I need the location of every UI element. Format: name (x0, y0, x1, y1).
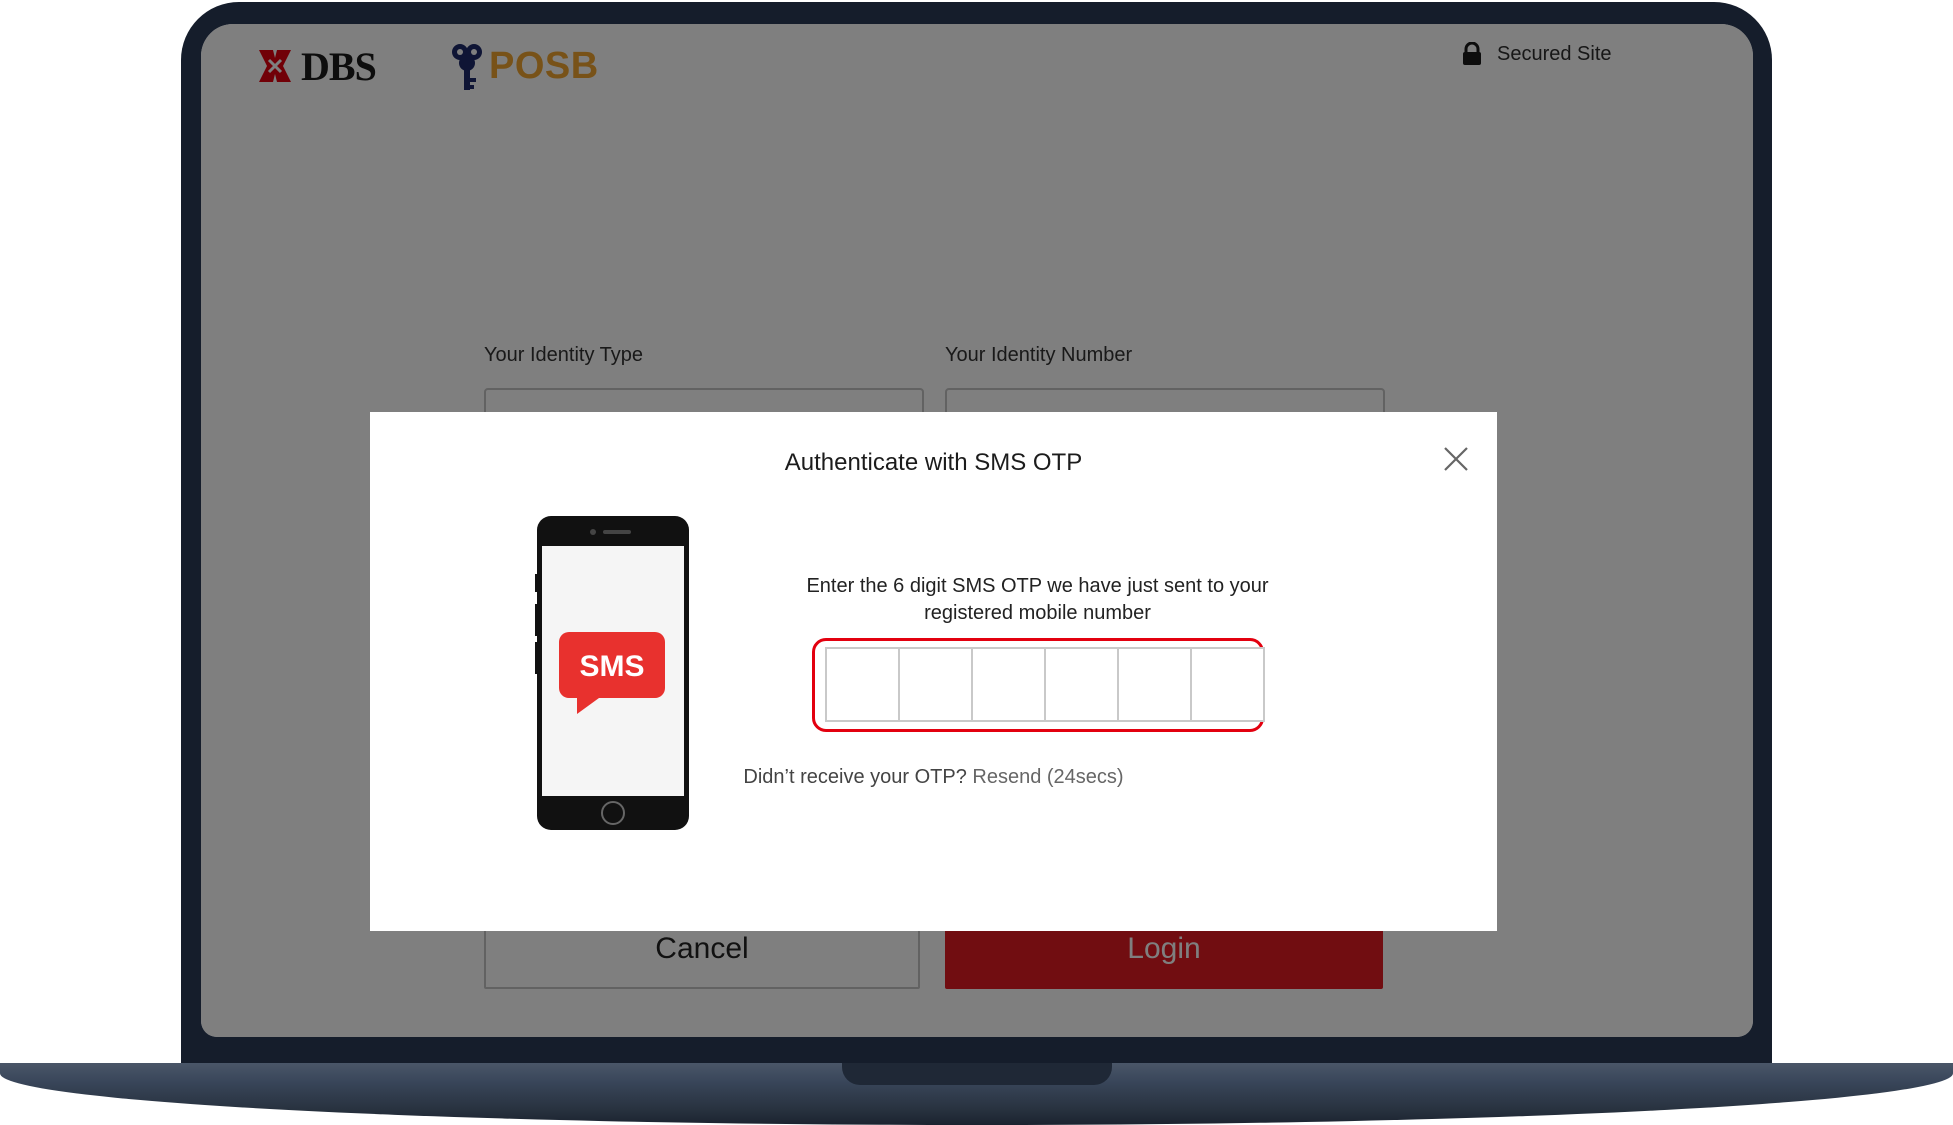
resend-link[interactable]: Resend (24secs) (972, 766, 1123, 788)
laptop-notch (842, 1063, 1112, 1085)
otp-digit-3[interactable] (971, 647, 1046, 722)
otp-digit-5[interactable] (1117, 647, 1192, 722)
otp-instruction-line1: Enter the 6 digit SMS OTP we have just s… (806, 575, 1269, 597)
sms-badge-text: SMS (579, 650, 644, 683)
otp-instruction-line2: registered mobile number (924, 602, 1151, 624)
modal-title: Authenticate with SMS OTP (784, 449, 1083, 476)
resend-prompt: Didn’t receive your OTP? (743, 766, 967, 788)
otp-modal: Authenticate with SMS OTP SMS Enter the … (370, 412, 1497, 931)
otp-input-group (825, 647, 1265, 722)
resend-row: Didn’t receive your OTP? Resend (24secs) (370, 766, 1497, 789)
otp-digit-6[interactable] (1190, 647, 1265, 722)
close-icon[interactable] (1442, 445, 1470, 473)
otp-digit-1[interactable] (825, 647, 900, 722)
otp-digit-4[interactable] (1044, 647, 1119, 722)
otp-digit-2[interactable] (898, 647, 973, 722)
